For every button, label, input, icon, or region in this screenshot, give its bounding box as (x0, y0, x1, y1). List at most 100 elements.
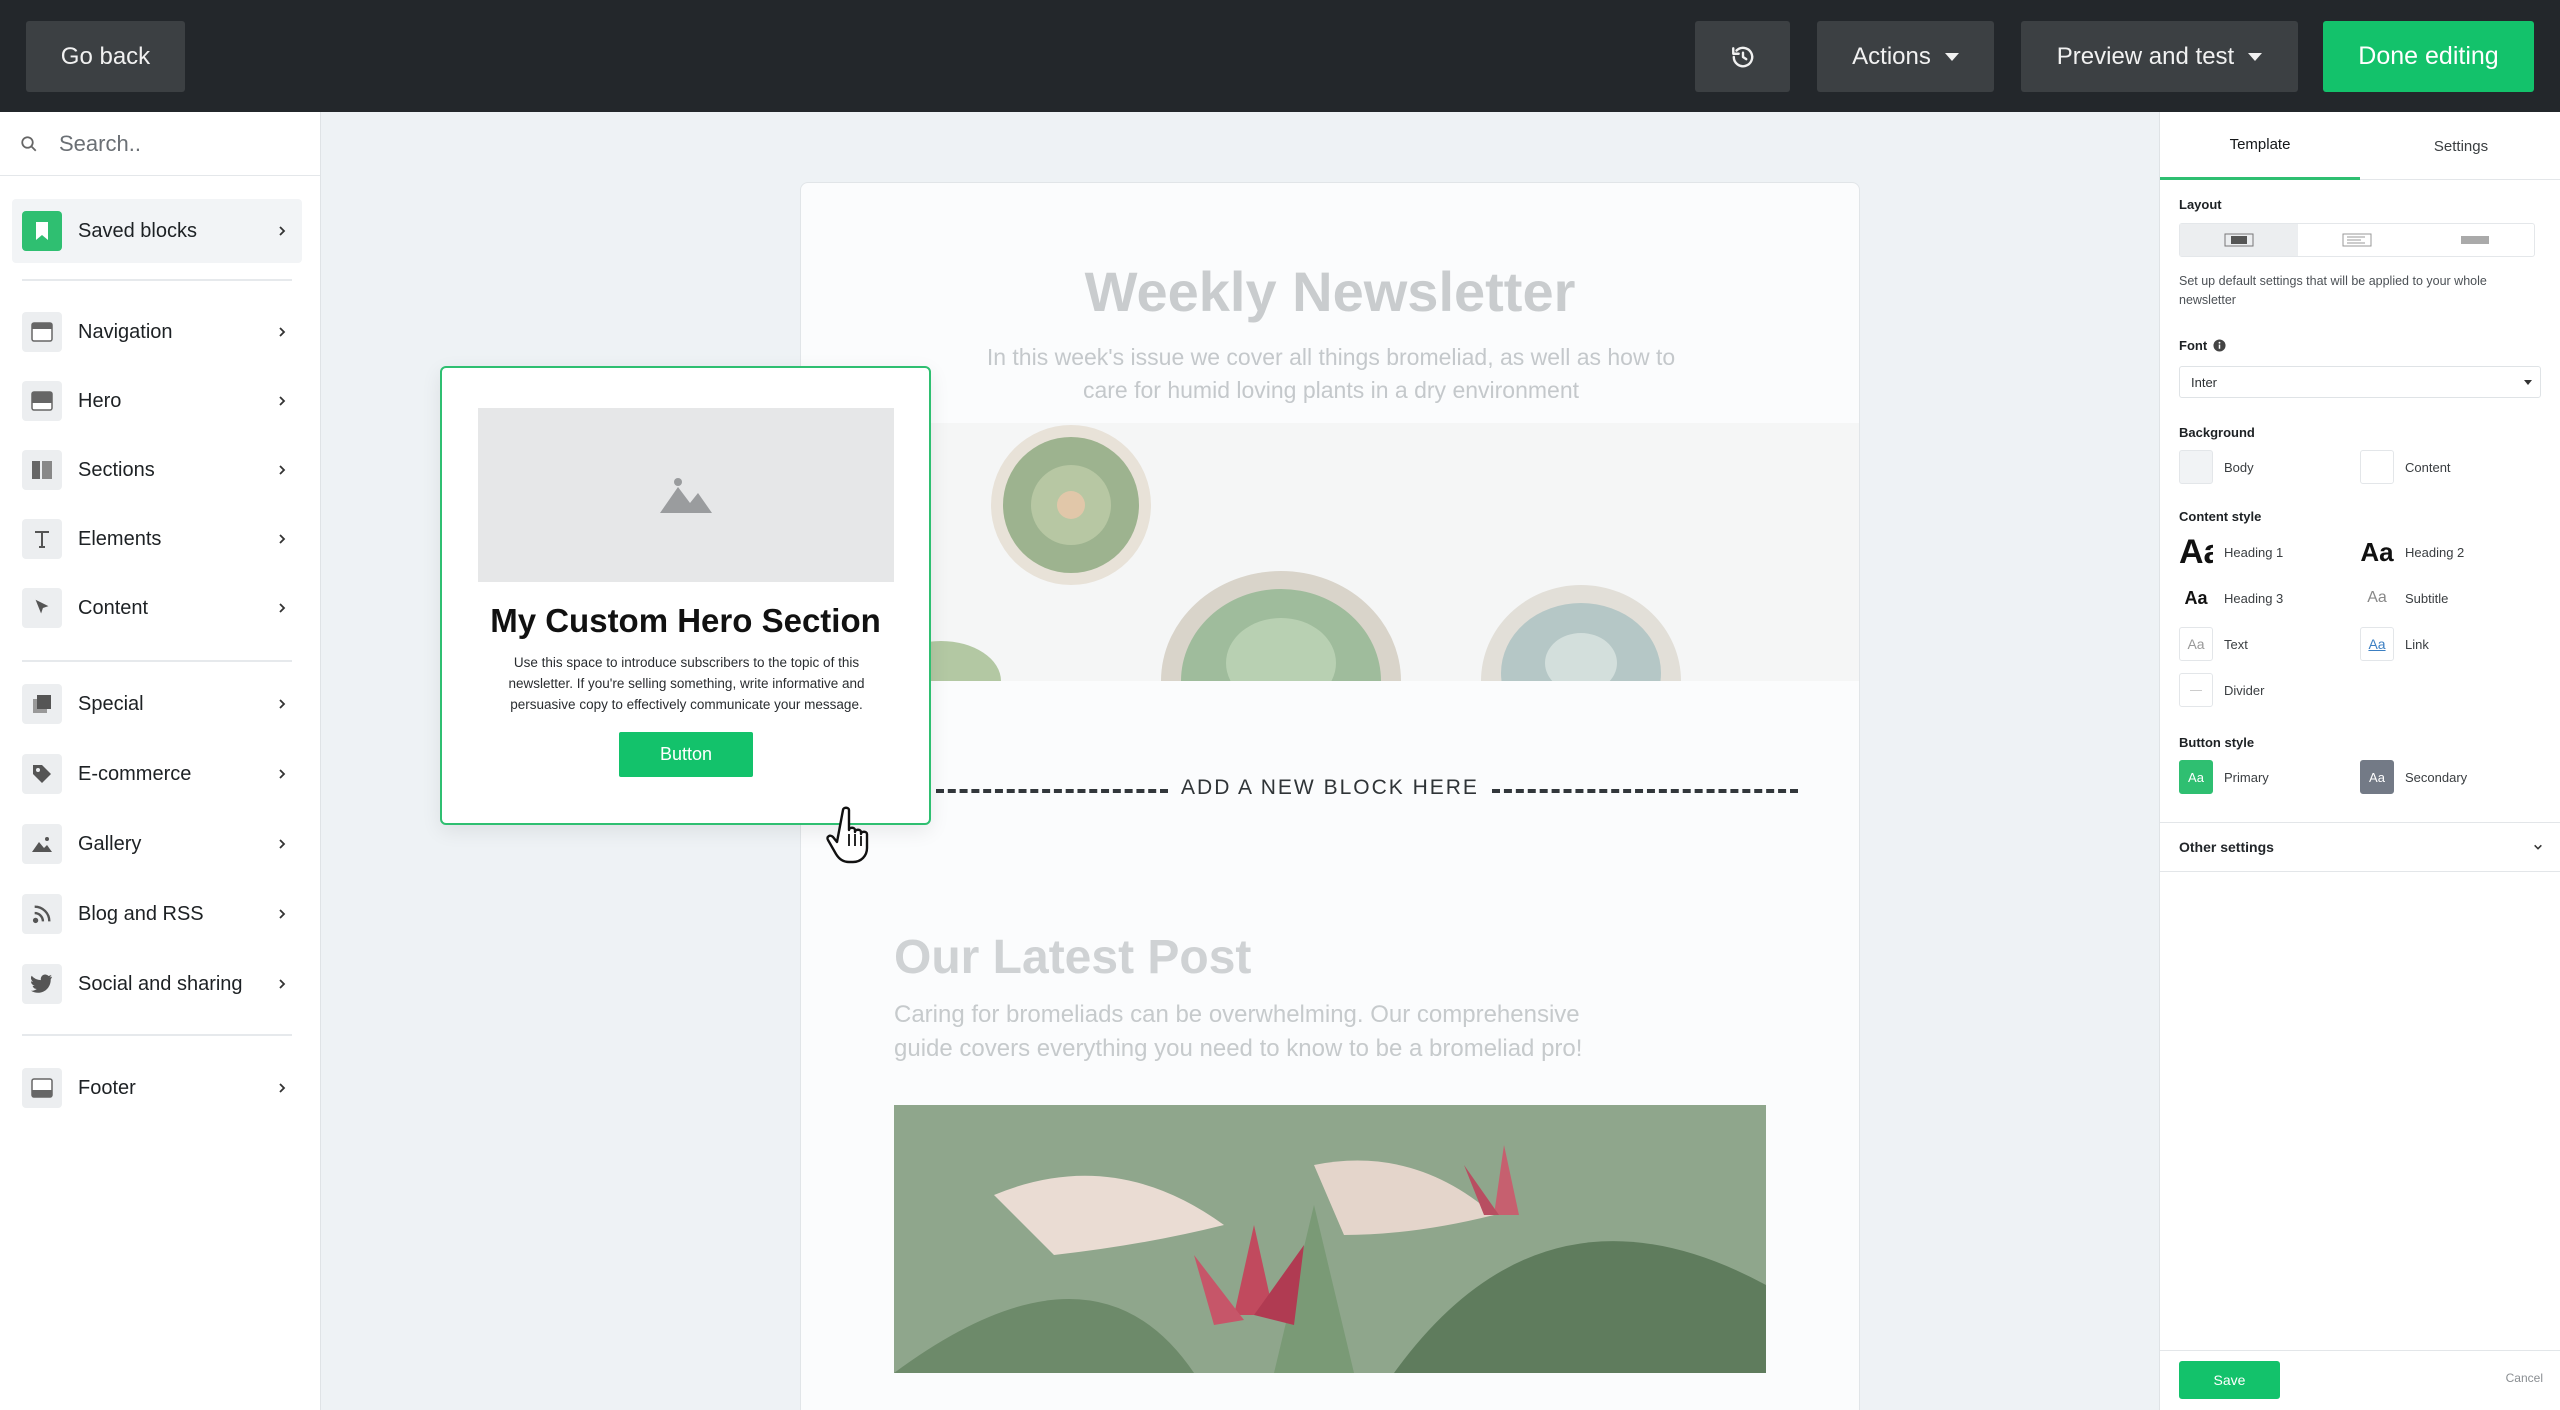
sidebar-item-hero[interactable]: Hero (12, 369, 302, 433)
panel-footer: Save Cancel (2160, 1350, 2560, 1410)
style-divider[interactable]: Divider (2179, 673, 2264, 707)
heading-2-preview: Aa (2360, 536, 2394, 567)
other-settings-toggle[interactable]: Other settings (2160, 822, 2560, 872)
grab-cursor-icon (826, 806, 869, 864)
succulents-image (801, 423, 1859, 791)
chevron-down-icon (2524, 380, 2532, 385)
sidebar-item-e-commerce[interactable]: E-commerce (12, 742, 302, 806)
sidebar-item-content[interactable]: Content (12, 576, 302, 640)
done-editing-button[interactable]: Done editing (2323, 21, 2534, 92)
hero-block-button[interactable]: Button (619, 732, 753, 777)
post-text: Caring for bromeliads can be overwhelmin… (894, 1001, 1583, 1062)
sidebar-item-saved-blocks[interactable]: Saved blocks (12, 199, 302, 263)
sidebar-item-label: Footer (78, 1076, 136, 1099)
divider-preview (2179, 673, 2213, 707)
tab-template[interactable]: Template (2160, 112, 2360, 180)
style-heading-3[interactable]: Aa Heading 3 (2179, 581, 2283, 615)
newsletter-title: Weekly Newsletter (1084, 260, 1576, 323)
layout-label: Layout (2179, 197, 2222, 212)
save-button[interactable]: Save (2179, 1361, 2280, 1399)
actions-dropdown[interactable]: Actions (1817, 21, 1994, 92)
swatch-label: Content (2405, 459, 2451, 475)
search-input[interactable] (59, 130, 299, 157)
actions-label: Actions (1852, 42, 1931, 70)
other-settings-label: Other settings (2179, 839, 2274, 855)
primary-button-preview: Aa (2179, 760, 2213, 794)
sidebar-item-footer[interactable]: Footer (12, 1056, 302, 1120)
sidebar-item-label: Gallery (78, 832, 142, 855)
preview-and-test-dropdown[interactable]: Preview and test (2021, 21, 2298, 92)
info-icon[interactable] (2213, 339, 2226, 352)
heading-3-preview: Aa (2184, 587, 2208, 608)
sidebar-item-blog-and-rss[interactable]: Blog and RSS (12, 882, 302, 946)
layout-full-icon (2461, 236, 2489, 244)
cursor-icon (22, 588, 62, 628)
sidebar-divider (22, 1034, 292, 1036)
sidebar-item-gallery[interactable]: Gallery (12, 812, 302, 876)
font-select[interactable]: Inter (2179, 366, 2541, 398)
sidebar-item-sections[interactable]: Sections (12, 438, 302, 502)
go-back-label: Go back (60, 42, 151, 70)
sidebar-item-special[interactable]: Special (12, 672, 302, 736)
background-content-swatch[interactable]: Content (2360, 450, 2451, 484)
chevron-right-icon (279, 534, 286, 544)
sidebar-item-label: Navigation (78, 320, 173, 343)
swatch-label: Subtitle (2405, 590, 2449, 606)
layout-centered-icon (2224, 233, 2254, 247)
style-text[interactable]: Aa Text (2179, 627, 2248, 661)
swatch-label: Text (2224, 636, 2248, 652)
background-body-swatch[interactable]: Body (2179, 450, 2254, 484)
swatch-label: Heading 1 (2224, 544, 2284, 560)
sections-icon (22, 450, 62, 490)
dragged-hero-block[interactable]: My Custom Hero Section Use this space to… (440, 366, 931, 825)
bookmark-icon (22, 211, 62, 251)
sidebar-divider (22, 279, 292, 281)
preview-label: Preview and test (2056, 42, 2235, 70)
swatch-label: Primary (2224, 769, 2269, 785)
special-icon (22, 684, 62, 724)
layout-option-full[interactable] (2416, 224, 2534, 256)
font-label-row: Font (2179, 338, 2226, 353)
sidebar-item-label: Blog and RSS (78, 902, 204, 925)
sidebar-item-elements[interactable]: Elements (12, 507, 302, 571)
sidebar-item-label: Saved blocks (78, 219, 197, 242)
image-placeholder (478, 408, 894, 582)
go-back-button[interactable]: Go back (26, 21, 185, 92)
style-link[interactable]: Aa Link (2360, 627, 2429, 661)
chevron-right-icon (279, 465, 286, 475)
sidebar-item-social-and-sharing[interactable]: Social and sharing (12, 952, 302, 1016)
drop-zone-label[interactable]: ADD A NEW BLOCK HERE (1160, 776, 1500, 800)
navigation-icon (22, 312, 62, 352)
heading-1-preview: Aa (2179, 535, 2213, 569)
sidebar-item-navigation[interactable]: Navigation (12, 300, 302, 364)
button-style-primary[interactable]: Aa Primary (2179, 760, 2269, 794)
chevron-right-icon (279, 839, 286, 849)
layout-option-centered[interactable] (2180, 224, 2298, 256)
done-label: Done editing (2358, 42, 2499, 70)
body-color-swatch (2179, 450, 2213, 484)
image-icon (22, 824, 62, 864)
chevron-right-icon (279, 909, 286, 919)
chevron-right-icon (279, 979, 286, 989)
style-heading-2[interactable]: Aa Heading 2 (2360, 535, 2464, 569)
style-subtitle[interactable]: Aa Subtitle (2360, 581, 2448, 615)
history-button[interactable] (1695, 21, 1790, 92)
cancel-button[interactable]: Cancel (2506, 1371, 2543, 1385)
chevron-down-icon (1944, 52, 1959, 61)
button-style-secondary[interactable]: Aa Secondary (2360, 760, 2467, 794)
newsletter-subtitle: In this week's issue we cover all things… (986, 344, 1676, 403)
layout-option-left[interactable] (2298, 224, 2416, 256)
style-heading-1[interactable]: Aa Heading 1 (2179, 535, 2283, 569)
chevron-right-icon (279, 769, 286, 779)
secondary-button-preview: Aa (2360, 760, 2394, 794)
top-toolbar: Go back Actions Preview and test Done ed… (0, 0, 2560, 112)
chevron-right-icon (279, 327, 286, 337)
tag-icon (22, 754, 62, 794)
content-color-swatch (2360, 450, 2394, 484)
drop-zone-line-left (936, 789, 1168, 793)
tab-settings[interactable]: Settings (2361, 112, 2560, 180)
text-preview: Aa (2179, 627, 2213, 661)
background-label: Background (2179, 425, 2255, 440)
font-select-value: Inter (2191, 374, 2218, 390)
chevron-right-icon (279, 603, 286, 613)
